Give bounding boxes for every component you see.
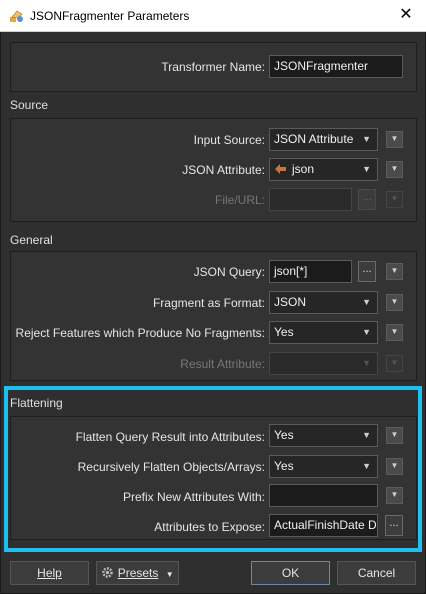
result-attribute-options-button[interactable]: ▼: [386, 355, 403, 372]
attributes-expose-editor-button[interactable]: ...: [385, 515, 403, 536]
json-query-input[interactable]: json[*]: [269, 260, 352, 283]
cancel-button-label: Cancel: [357, 566, 396, 580]
chevron-down-icon: ▼: [362, 164, 371, 174]
ok-button[interactable]: OK: [251, 561, 330, 585]
chevron-down-icon: ▼: [362, 358, 371, 368]
chevron-down-icon: ▼: [390, 164, 399, 173]
recursive-flatten-value: Yes: [274, 459, 294, 473]
chevron-down-icon: ▼: [390, 461, 399, 470]
close-button[interactable]: ✕: [386, 0, 426, 32]
file-url-options-button[interactable]: ▼: [386, 191, 403, 208]
input-source-options-button[interactable]: ▼: [386, 131, 403, 148]
presets-button-label: Presets: [117, 566, 159, 580]
transformer-icon: [10, 10, 23, 22]
close-icon: ✕: [399, 6, 413, 23]
reject-features-label: Reject Features which Produce No Fragmen…: [15, 326, 265, 340]
general-heading: General: [10, 233, 53, 247]
flatten-query-options-button[interactable]: ▼: [386, 427, 403, 444]
result-attribute-label: Result Attribute:: [180, 357, 265, 371]
attributes-expose-input[interactable]: ActualFinishDate Da: [269, 514, 378, 537]
fragment-format-select[interactable]: JSON ▼: [269, 291, 378, 314]
json-attribute-select[interactable]: json ▼: [269, 158, 378, 181]
flatten-query-label: Flatten Query Result into Attributes:: [75, 430, 265, 444]
chevron-down-icon: ▼: [390, 327, 399, 336]
source-heading: Source: [10, 98, 49, 112]
help-button[interactable]: Help: [10, 561, 89, 585]
title-bar: JSONFragmenter Parameters ✕: [0, 0, 426, 32]
window-title: JSONFragmenter Parameters: [30, 9, 190, 23]
recursive-flatten-options-button[interactable]: ▼: [386, 458, 403, 475]
reject-features-value: Yes: [274, 325, 294, 339]
json-attribute-label: JSON Attribute:: [182, 163, 265, 177]
chevron-down-icon: ▼: [362, 327, 371, 337]
chevron-down-icon: ▼: [362, 430, 371, 440]
presets-button[interactable]: Presets ▼: [96, 561, 179, 585]
json-query-editor-button[interactable]: ...: [358, 261, 376, 282]
attributes-expose-label: Attributes to Expose:: [154, 520, 265, 534]
attribute-icon: [275, 164, 286, 174]
flatten-query-select[interactable]: Yes ▼: [269, 424, 378, 447]
file-url-input[interactable]: [269, 188, 352, 211]
flattening-heading: Flattening: [10, 396, 63, 410]
gear-icon: [102, 567, 114, 578]
chevron-down-icon: ▼: [390, 430, 399, 439]
json-attribute-value: json: [292, 162, 315, 176]
chevron-down-icon: ▼: [362, 461, 371, 471]
ok-button-label: OK: [281, 566, 300, 580]
cancel-button[interactable]: Cancel: [337, 561, 416, 585]
json-query-label: JSON Query:: [193, 265, 265, 279]
reject-features-options-button[interactable]: ▼: [386, 324, 403, 341]
json-query-options-button[interactable]: ▼: [386, 263, 403, 280]
recursive-flatten-label: Recursively Flatten Objects/Arrays:: [77, 460, 265, 474]
file-url-browse-button[interactable]: ...: [358, 189, 376, 210]
reject-features-select[interactable]: Yes ▼: [269, 321, 378, 344]
recursive-flatten-select[interactable]: Yes ▼: [269, 455, 378, 478]
prefix-input[interactable]: [269, 484, 378, 507]
chevron-down-icon: ▼: [390, 194, 399, 203]
chevron-down-icon: ▼: [390, 297, 399, 306]
chevron-down-icon: ▼: [362, 134, 371, 144]
chevron-down-icon: ▼: [165, 570, 174, 579]
transformer-name-input[interactable]: JSONFragmenter: [269, 55, 403, 78]
prefix-label: Prefix New Attributes With:: [122, 490, 265, 504]
chevron-down-icon: ▼: [390, 266, 399, 275]
result-attribute-select[interactable]: ▼: [269, 352, 378, 375]
chevron-down-icon: ▼: [390, 358, 399, 367]
file-url-label: File/URL:: [214, 193, 265, 207]
input-source-select[interactable]: JSON Attribute ▼: [269, 128, 378, 151]
prefix-options-button[interactable]: ▼: [386, 487, 403, 504]
fragment-format-options-button[interactable]: ▼: [386, 294, 403, 311]
flatten-query-value: Yes: [274, 428, 294, 442]
chevron-down-icon: ▼: [390, 490, 399, 499]
chevron-down-icon: ▼: [362, 297, 371, 307]
json-attribute-options-button[interactable]: ▼: [386, 161, 403, 178]
input-source-value: JSON Attribute: [274, 132, 354, 146]
help-button-label: Help: [37, 566, 62, 580]
fragment-format-label: Fragment as Format:: [152, 296, 265, 310]
input-source-label: Input Source:: [193, 133, 265, 147]
chevron-down-icon: ▼: [390, 134, 399, 143]
transformer-name-label: Transformer Name:: [161, 60, 265, 74]
fragment-format-value: JSON: [274, 295, 307, 309]
